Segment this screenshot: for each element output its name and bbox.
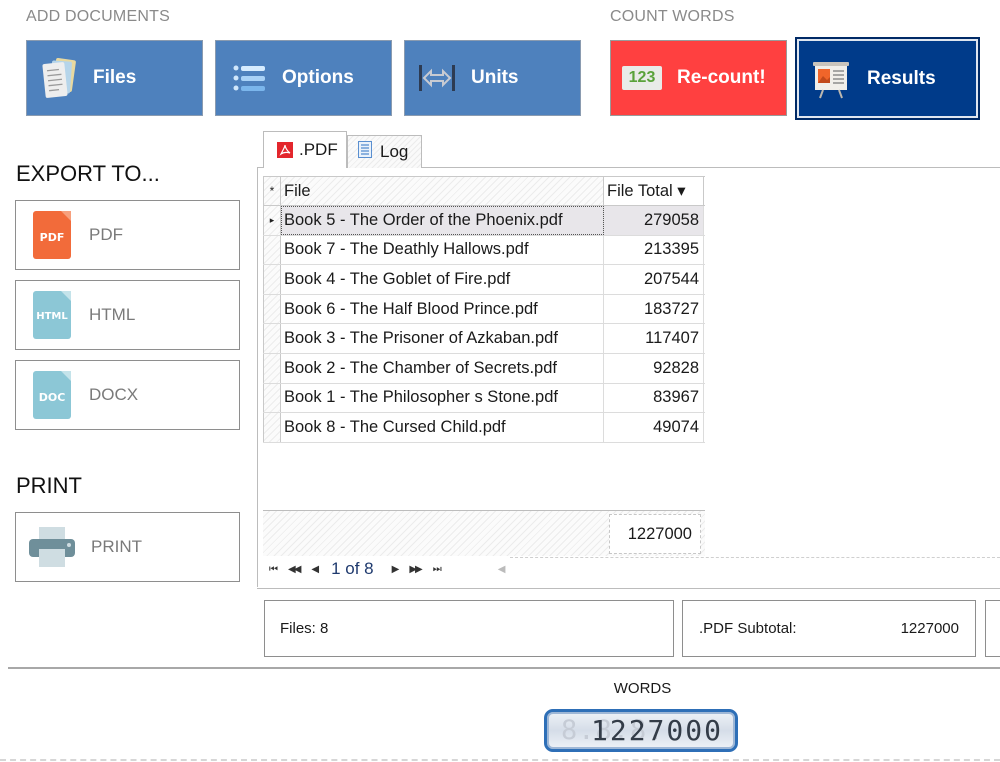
subtotal-label: .PDF Subtotal: xyxy=(699,620,797,637)
results-button-label: Results xyxy=(867,67,936,89)
bottom-divider xyxy=(0,759,1000,761)
row-indicator[interactable] xyxy=(263,265,281,294)
files-icon xyxy=(39,56,79,100)
export-html-label: HTML xyxy=(89,305,136,324)
cell-file[interactable]: Book 6 - The Half Blood Prince.pdf xyxy=(281,294,604,324)
cell-file[interactable]: Book 8 - The Cursed Child.pdf xyxy=(281,413,604,442)
section-divider xyxy=(8,667,1000,669)
export-docx-label: DOCX xyxy=(89,385,139,404)
files-grid: * File File Total ▾ ▸ Book 5 - The Order … xyxy=(263,176,705,443)
panel-bottom-divider xyxy=(257,588,1000,589)
grid-header-row: * File File Total ▾ xyxy=(263,176,705,206)
cell-file-total[interactable]: 279058 xyxy=(604,206,704,235)
presentation-board-icon xyxy=(811,57,851,101)
print-button[interactable]: PRINT xyxy=(15,512,240,582)
export-html-button[interactable]: HTML HTML xyxy=(15,280,240,350)
page-info: 1 of 8 xyxy=(331,559,374,578)
row-indicator[interactable] xyxy=(263,383,281,413)
cell-file[interactable]: Book 2 - The Chamber of Secrets.pdf xyxy=(281,353,604,383)
export-heading: EXPORT TO... xyxy=(16,161,160,186)
cell-file[interactable]: Book 7 - The Deathly Hallows.pdf xyxy=(281,235,604,265)
next-record-icon[interactable]: ▶ xyxy=(392,564,400,575)
log-document-icon xyxy=(358,141,372,163)
next-page-group-icon[interactable]: ▶▶ xyxy=(409,564,422,575)
previous-record-icon[interactable]: ◀ xyxy=(311,564,319,575)
word-count-value: 1227000 xyxy=(590,714,723,747)
units-button-label: Units xyxy=(471,67,519,88)
results-button[interactable]: Results xyxy=(795,37,980,120)
cell-file-total[interactable]: 49074 xyxy=(604,413,704,442)
grid-pager: ⏮ ◀◀ ◀ 1 of 8 ▶ ▶▶ ⏭ ◀ xyxy=(263,557,1000,581)
print-button-label: PRINT xyxy=(91,537,142,556)
grid-header-indicator: * xyxy=(263,177,281,205)
last-page-icon[interactable]: ⏭ xyxy=(433,564,442,575)
grid-footer-total: 1227000 xyxy=(609,514,701,554)
options-button-label: Options xyxy=(282,67,354,88)
html-file-icon: HTML xyxy=(33,291,71,339)
tab-pdf[interactable]: .PDF xyxy=(263,131,347,168)
options-icon xyxy=(230,56,270,100)
table-row[interactable]: Book 3 - The Prisoner of Azkaban.pdf 1174… xyxy=(263,324,705,354)
cell-file[interactable]: Book 3 - The Prisoner of Azkaban.pdf xyxy=(281,324,604,353)
cell-file-total[interactable]: 92828 xyxy=(604,353,704,383)
column-header-file-total[interactable]: File Total ▾ xyxy=(604,177,704,205)
tab-log-label: Log xyxy=(380,142,409,161)
row-indicator[interactable] xyxy=(263,353,281,383)
table-row[interactable]: ▸ Book 5 - The Order of the Phoenix.pdf 27… xyxy=(263,206,705,236)
cell-file-total[interactable]: 183727 xyxy=(604,294,704,324)
tab-log[interactable]: Log xyxy=(347,135,422,168)
column-header-file[interactable]: File xyxy=(281,177,604,205)
cell-file-total[interactable]: 207544 xyxy=(604,265,704,294)
previous-page-group-icon[interactable]: ◀◀ xyxy=(288,564,301,575)
recount-button[interactable]: 123 Re-count! xyxy=(610,40,787,116)
tab-pdf-label: .PDF xyxy=(299,140,338,159)
printer-icon xyxy=(27,525,77,569)
table-row[interactable]: Book 8 - The Cursed Child.pdf 49074 xyxy=(263,413,705,443)
pdf-file-icon: PDF xyxy=(33,211,71,259)
table-row[interactable]: Book 1 - The Philosopher s Stone.pdf 8396… xyxy=(263,383,705,414)
print-heading: PRINT xyxy=(16,473,82,498)
counter-123-icon: 123 xyxy=(621,56,663,100)
row-indicator[interactable] xyxy=(263,235,281,265)
export-pdf-button[interactable]: PDF PDF xyxy=(15,200,240,270)
subtotal-box: .PDF Subtotal: 1227000 xyxy=(682,600,976,657)
add-documents-label: ADD DOCUMENTS xyxy=(26,8,170,25)
count-words-label: COUNT WORDS xyxy=(610,8,735,25)
table-row[interactable]: Book 6 - The Half Blood Prince.pdf 183727 xyxy=(263,294,705,325)
cell-file[interactable]: Book 5 - The Order of the Phoenix.pdf xyxy=(281,206,604,235)
cell-file-total[interactable]: 83967 xyxy=(604,383,704,413)
words-label: WORDS xyxy=(613,680,672,697)
doc-file-icon: DOC xyxy=(33,371,71,419)
row-indicator[interactable] xyxy=(263,413,281,442)
files-button[interactable]: Files xyxy=(26,40,203,116)
cell-file[interactable]: Book 1 - The Philosopher s Stone.pdf xyxy=(281,383,604,413)
cell-file-total[interactable]: 117407 xyxy=(604,324,704,353)
files-count-box: Files: 8 xyxy=(264,600,674,657)
units-icon xyxy=(417,56,457,100)
table-row[interactable]: Book 7 - The Deathly Hallows.pdf 213395 xyxy=(263,235,705,266)
row-indicator-current[interactable]: ▸ xyxy=(263,206,281,235)
grid-body: ▸ Book 5 - The Order of the Phoenix.pdf 27… xyxy=(263,206,705,443)
pdf-icon xyxy=(277,142,293,158)
first-page-icon[interactable]: ⏮ xyxy=(269,564,278,575)
options-button[interactable]: Options xyxy=(215,40,392,116)
export-docx-button[interactable]: DOC DOCX xyxy=(15,360,240,430)
cell-file-total[interactable]: 213395 xyxy=(604,235,704,265)
scroll-left-icon[interactable]: ◀ xyxy=(498,564,506,575)
cell-file[interactable]: Book 4 - The Goblet of Fire.pdf xyxy=(281,265,604,294)
row-indicator[interactable] xyxy=(263,294,281,324)
files-count: Files: 8 xyxy=(280,620,329,637)
subtotal-value: 1227000 xyxy=(900,620,959,637)
extra-summary-box xyxy=(985,600,1000,657)
export-pdf-label: PDF xyxy=(89,225,123,244)
units-button[interactable]: Units xyxy=(404,40,581,116)
row-indicator[interactable] xyxy=(263,324,281,353)
table-row[interactable]: Book 2 - The Chamber of Secrets.pdf 92828 xyxy=(263,353,705,384)
recount-button-label: Re-count! xyxy=(677,67,766,88)
table-row[interactable]: Book 4 - The Goblet of Fire.pdf 207544 xyxy=(263,265,705,295)
word-count-display: 8.8.8. 1227000 xyxy=(544,709,738,752)
files-button-label: Files xyxy=(93,67,137,88)
